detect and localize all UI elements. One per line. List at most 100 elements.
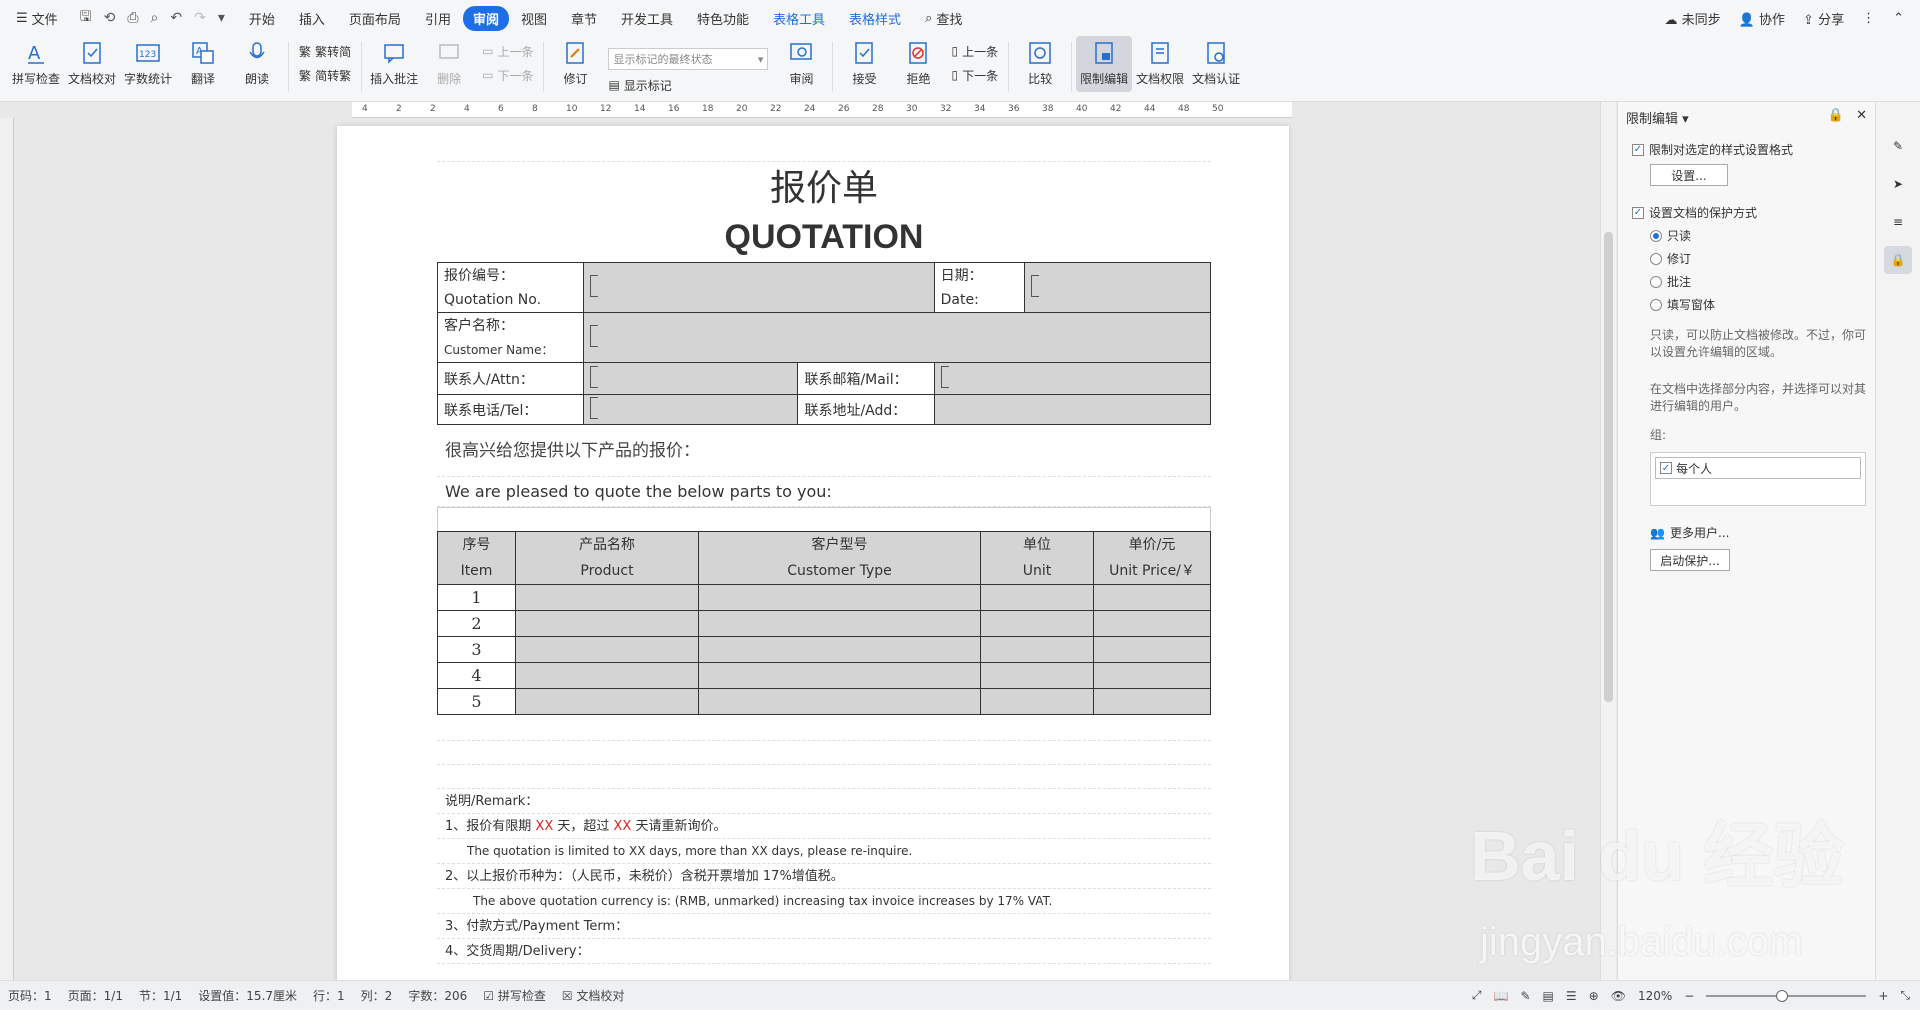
close-icon[interactable]: ✕ — [1856, 108, 1867, 127]
doc-cert-button[interactable]: 文档认证 — [1188, 36, 1244, 92]
radio-revise[interactable]: 修订 — [1650, 250, 1867, 267]
document-body[interactable]: 报价单 QUOTATION 报价编号： Quotation No. 日期： Date… — [436, 126, 1212, 964]
share-button[interactable]: ⇪ 分享 — [1803, 9, 1844, 28]
lock-icon[interactable]: 🔒 — [1884, 246, 1912, 274]
protection-option[interactable]: ✓ 设置文档的保护方式 — [1632, 204, 1867, 221]
lock-icon[interactable]: 🔒 — [1828, 108, 1844, 127]
checkbox-checked[interactable]: ✓ — [1632, 143, 1644, 156]
style-restrict-option[interactable]: ✓ 限制对选定的样式设置格式 — [1632, 141, 1867, 158]
product-cell[interactable] — [515, 688, 699, 715]
price-cell[interactable] — [1093, 688, 1211, 715]
redo-icon[interactable]: ↷ — [194, 10, 206, 26]
product-cell[interactable] — [515, 610, 699, 637]
doc-permission-button[interactable]: 文档权限 — [1132, 36, 1188, 92]
sync-button[interactable]: ☁ 未同步 — [1665, 9, 1721, 28]
add-field[interactable] — [933, 394, 1212, 425]
tab-features[interactable]: 特色功能 — [685, 5, 761, 32]
reject-button[interactable]: 拒绝 — [891, 36, 945, 92]
zoom-in-icon[interactable]: + — [1878, 989, 1888, 1003]
horizontal-ruler[interactable]: 4 2 2 4 6 8 10 12 14 16 18 20 22 24 26 28 30 32 34 36 38 40 42… — [352, 102, 1292, 118]
tab-view[interactable]: 视图 — [509, 5, 559, 32]
preview-icon[interactable]: ⌕ — [151, 10, 159, 26]
attn-field[interactable] — [583, 362, 799, 395]
proofread-button[interactable]: 文档校对 — [64, 36, 120, 92]
page-view-icon[interactable]: ▤ — [1543, 989, 1554, 1003]
radio-unselected[interactable] — [1650, 252, 1662, 265]
type-cell[interactable] — [698, 584, 981, 611]
accept-button[interactable]: 接受 — [837, 36, 891, 92]
review-pane-button[interactable]: 审阅 — [774, 36, 828, 92]
checkbox-checked[interactable]: ✓ — [1632, 206, 1644, 219]
type-cell[interactable] — [698, 688, 981, 715]
start-protection-button[interactable]: 启动保护... — [1650, 549, 1730, 571]
insert-comment-button[interactable]: 插入批注 — [366, 36, 422, 92]
radio-unselected[interactable] — [1650, 275, 1662, 288]
checkbox-checked[interactable]: ✓ — [1660, 462, 1672, 474]
price-cell[interactable] — [1093, 610, 1211, 637]
next-comment-button[interactable]: ▭ 下一条 — [482, 66, 533, 84]
more-options-icon[interactable]: ⋮ — [1862, 11, 1875, 26]
type-cell[interactable] — [698, 636, 981, 663]
settings-button[interactable]: 设置... — [1650, 164, 1728, 186]
fit-icon[interactable]: ⤡ — [1900, 988, 1910, 1003]
pen-icon[interactable]: ✎ — [1520, 989, 1530, 1003]
unit-cell[interactable] — [980, 636, 1094, 663]
type-cell[interactable] — [698, 610, 981, 637]
unit-cell[interactable] — [980, 688, 1094, 715]
group-list[interactable]: ✓ 每个人 — [1650, 452, 1866, 506]
cloud-icon[interactable]: ⟲ — [104, 10, 116, 26]
product-cell[interactable] — [515, 636, 699, 663]
tab-layout[interactable]: 页面布局 — [337, 5, 413, 32]
tab-insert[interactable]: 插入 — [287, 5, 337, 32]
customer-field[interactable] — [583, 312, 1211, 363]
radio-unselected[interactable] — [1650, 298, 1662, 311]
date-field[interactable] — [1023, 262, 1212, 313]
zoom-out-icon[interactable]: − — [1684, 989, 1694, 1003]
delete-comment-button[interactable]: 删除 — [422, 36, 476, 92]
markup-select[interactable]: 显示标记的最终状态 ▾ — [608, 48, 769, 70]
word-count-button[interactable]: 123 字数统计 — [120, 36, 176, 92]
product-cell[interactable] — [515, 662, 699, 689]
search-box[interactable]: ⌕ 查找 — [913, 9, 974, 28]
tab-developer[interactable]: 开发工具 — [609, 5, 685, 32]
trad-to-simp-button[interactable]: 繁繁转简 — [299, 42, 351, 60]
tab-table-tools[interactable]: 表格工具 — [761, 5, 837, 32]
price-cell[interactable] — [1093, 584, 1211, 611]
show-markup-button[interactable]: ▤ 显示标记 — [608, 76, 768, 94]
fullscreen-icon[interactable]: ⤢ — [1472, 988, 1482, 1003]
quote-no-field[interactable] — [583, 262, 935, 313]
simp-to-trad-button[interactable]: 繁简转繁 — [299, 66, 351, 84]
radio-comment[interactable]: 批注 — [1650, 273, 1867, 290]
radio-form[interactable]: 填写窗体 — [1650, 296, 1867, 313]
tel-field[interactable] — [583, 394, 799, 425]
scrollbar-thumb[interactable] — [1604, 232, 1613, 702]
zoom-slider[interactable] — [1706, 989, 1867, 1002]
panel-title[interactable]: 限制编辑 ▾ — [1626, 108, 1689, 127]
collab-button[interactable]: 👤 协作 — [1739, 9, 1785, 28]
status-proof-button[interactable]: ☒ 文档校对 — [554, 987, 633, 1004]
status-spell-button[interactable]: ☑ 拼写检查 — [475, 987, 554, 1004]
tab-table-style[interactable]: 表格样式 — [837, 5, 913, 32]
prev-change-button[interactable]: ▯ 上一条 — [951, 42, 998, 60]
unit-cell[interactable] — [980, 662, 1094, 689]
price-cell[interactable] — [1093, 636, 1211, 663]
collapse-ribbon-icon[interactable]: ⌃ — [1893, 11, 1904, 26]
zoom-slider-knob[interactable] — [1776, 989, 1789, 1002]
eye-icon[interactable]: 👁 — [1611, 989, 1626, 1003]
vertical-ruler[interactable] — [0, 118, 14, 980]
translate-button[interactable]: A 翻译 — [176, 36, 230, 92]
more-users-link[interactable]: 👥 更多用户... — [1650, 524, 1867, 541]
print-icon[interactable]: ⎙ — [127, 10, 138, 26]
read-aloud-button[interactable]: 朗读 — [230, 36, 284, 92]
outline-icon[interactable]: ☰ — [1566, 989, 1577, 1003]
tab-home[interactable]: 开始 — [237, 5, 287, 32]
next-change-button[interactable]: ▯ 下一条 — [951, 66, 998, 84]
cursor-icon[interactable]: ➤ — [1884, 170, 1912, 198]
product-cell[interactable] — [515, 584, 699, 611]
tab-chapter[interactable]: 章节 — [559, 5, 609, 32]
web-icon[interactable]: ⊕ — [1589, 989, 1599, 1003]
table-caption-field[interactable] — [437, 507, 1211, 531]
tab-reference[interactable]: 引用 — [413, 5, 463, 32]
unit-cell[interactable] — [980, 584, 1094, 611]
more-icon[interactable]: ▾ — [218, 10, 225, 26]
